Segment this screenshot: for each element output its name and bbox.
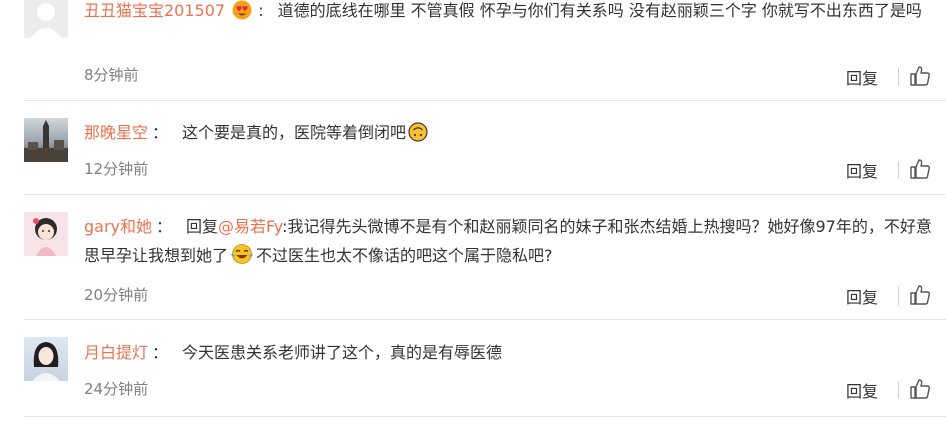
upside-down-face-emoji [408, 122, 428, 142]
thumbs-up-icon[interactable] [909, 65, 931, 87]
avatar[interactable] [24, 118, 68, 162]
thumbs-up-icon[interactable] [909, 284, 931, 306]
comment-body-continued: 不过医生也太不像话的吧这个属于隐私吧? [256, 246, 553, 265]
heart-eyes-emoji [232, 0, 252, 20]
divider [24, 416, 946, 417]
username-link[interactable]: gary和她 [84, 217, 152, 236]
comment-text: 那晚星空： 这个要是真的，医院等着倒闭吧 [84, 118, 944, 147]
separator: ： [156, 217, 173, 236]
separator: ： [152, 123, 169, 142]
reply-prefix: 回复 [186, 217, 219, 236]
reply-button[interactable]: 回复 [846, 378, 878, 402]
action-divider [898, 68, 899, 86]
reply-button[interactable]: 回复 [846, 158, 878, 182]
timestamp: 8分钟前 [84, 66, 139, 84]
thumbs-up-icon[interactable] [909, 158, 931, 180]
separator: ： [152, 343, 169, 362]
mention-link[interactable]: @易若Fy [218, 217, 282, 236]
timestamp: 12分钟前 [84, 160, 149, 178]
timestamp: 20分钟前 [84, 286, 149, 304]
reply-button[interactable]: 回复 [846, 284, 878, 308]
comment-body: 道德的底线在哪里 不管真假 怀孕与你们有关系吗 没有赵丽颖三个字 你就写不出东西… [277, 1, 922, 20]
action-divider [898, 381, 899, 399]
username-link[interactable]: 那晚星空 [84, 123, 148, 142]
divider [24, 319, 946, 320]
action-divider [898, 161, 899, 179]
username-link[interactable]: 丑丑猫宝宝201507 [84, 1, 225, 20]
comment-text: 丑丑猫宝宝201507 : 道德的底线在哪里 不管真假 怀孕与你们有关系吗 没有赵… [84, 0, 944, 25]
separator: : [258, 1, 264, 20]
divider [24, 100, 946, 101]
action-divider [898, 287, 899, 305]
avatar[interactable] [24, 212, 68, 256]
avatar[interactable] [24, 337, 68, 381]
comment-text: 月白提灯： 今天医患关系老师讲了这个，真的是有辱医德 [84, 338, 944, 367]
thumbs-up-icon[interactable] [909, 378, 931, 400]
avatar[interactable] [24, 0, 68, 38]
crying-laughing-emoji [231, 244, 254, 264]
comment-body: 这个要是真的，医院等着倒闭吧 [182, 123, 407, 142]
timestamp: 24分钟前 [84, 380, 149, 398]
reply-button[interactable]: 回复 [846, 65, 878, 89]
divider [24, 194, 946, 195]
comment-body: 今天医患关系老师讲了这个，真的是有辱医德 [182, 343, 503, 362]
comment-text: gary和她：回复@易若Fy:我记得先头微博不是有个和赵丽颖同名的妹子和张杰结婚… [84, 212, 944, 270]
username-link[interactable]: 月白提灯 [84, 343, 148, 362]
